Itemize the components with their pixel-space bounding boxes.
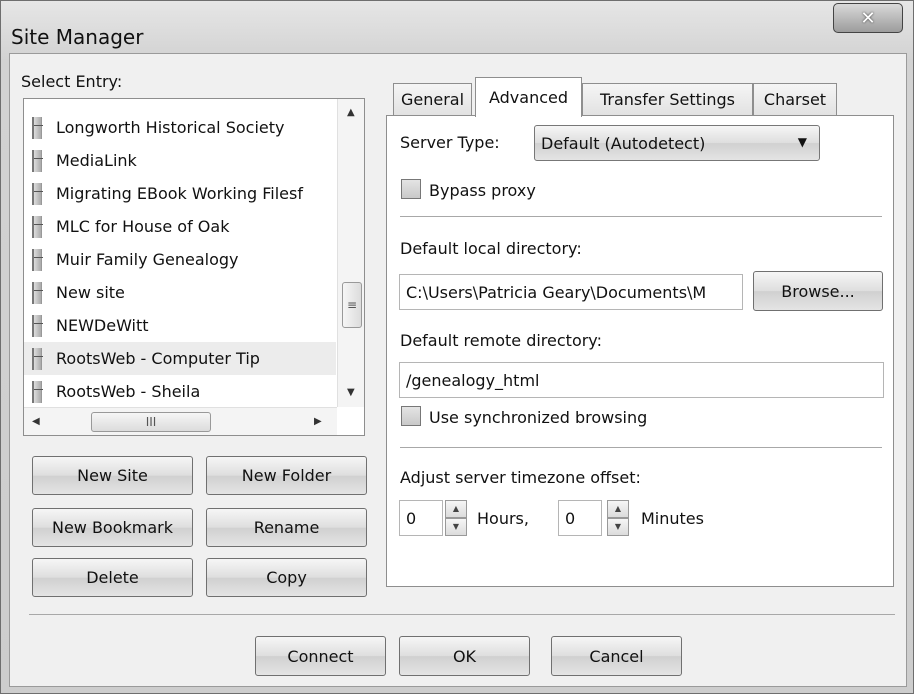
tab-general[interactable]: General: [393, 83, 472, 115]
hours-decrement-icon[interactable]: ▼: [445, 518, 467, 536]
connect-button[interactable]: Connect: [255, 636, 386, 676]
tree-item[interactable]: New site: [24, 276, 336, 309]
server-type-label: Server Type:: [400, 133, 500, 152]
minutes-input[interactable]: 0: [558, 500, 602, 536]
timezone-offset-label: Adjust server timezone offset:: [400, 468, 641, 487]
tree-item[interactable]: Migrating EBook Working Filesf: [24, 177, 336, 210]
divider: [400, 216, 882, 217]
scroll-grip-icon: ≡: [346, 298, 358, 312]
tree-item-label: MLC for House of Oak: [56, 217, 230, 236]
title-bar[interactable]: Site Manager ✕: [1, 1, 913, 53]
site-icon: [32, 182, 43, 205]
horizontal-scroll-thumb[interactable]: III: [91, 412, 211, 432]
tree-item-label: RootsWeb - Computer Tip: [56, 349, 260, 368]
server-type-select[interactable]: Default (Autodetect) ▼: [534, 125, 820, 161]
delete-button[interactable]: Delete: [32, 558, 193, 597]
site-icon: [32, 347, 43, 370]
local-directory-input[interactable]: C:\Users\Patricia Geary\Documents\M: [399, 274, 743, 310]
site-icon: [32, 116, 43, 139]
select-entry-label: Select Entry:: [21, 72, 123, 91]
tree-item-label: Muir Family Genealogy: [56, 250, 239, 269]
horizontal-scrollbar[interactable]: ◀ III ▶: [24, 407, 337, 435]
tree-item[interactable]: Muir Family Genealogy: [24, 243, 336, 276]
close-button[interactable]: ✕: [833, 3, 903, 33]
hours-input[interactable]: 0: [399, 500, 443, 536]
minutes-increment-icon[interactable]: ▲: [607, 500, 629, 518]
tree-item[interactable]: NEWDeWitt: [24, 309, 336, 342]
vertical-scroll-thumb[interactable]: ≡: [342, 282, 362, 328]
tree-item-label: Migrating EBook Working Filesf: [56, 184, 303, 203]
site-icon: [32, 380, 43, 403]
local-directory-label: Default local directory:: [400, 239, 582, 258]
vertical-scrollbar[interactable]: ▲ ≡ ▼: [337, 99, 364, 407]
scroll-up-arrow-icon[interactable]: ▲: [347, 107, 355, 118]
rename-button[interactable]: Rename: [206, 508, 367, 547]
site-icon: [32, 281, 43, 304]
tab-advanced[interactable]: Advanced: [475, 77, 582, 117]
tab-transfer-settings[interactable]: Transfer Settings: [582, 83, 753, 115]
divider: [400, 447, 882, 448]
scroll-down-arrow-icon[interactable]: ▼: [347, 387, 355, 398]
cancel-button[interactable]: Cancel: [551, 636, 682, 676]
remote-directory-label: Default remote directory:: [400, 331, 602, 350]
tree-item[interactable]: MediaLink: [24, 144, 336, 177]
site-icon: [32, 314, 43, 337]
hours-stepper[interactable]: ▲ ▼: [445, 500, 467, 536]
tree-item-label: Longworth Historical Society: [56, 118, 285, 137]
minutes-stepper[interactable]: ▲ ▼: [607, 500, 629, 536]
site-icon: [32, 149, 43, 172]
remote-directory-input[interactable]: /genealogy_html: [399, 362, 884, 398]
sync-browsing-checkbox[interactable]: [401, 406, 421, 426]
copy-button[interactable]: Copy: [206, 558, 367, 597]
new-bookmark-button[interactable]: New Bookmark: [32, 508, 193, 547]
bypass-proxy-checkbox[interactable]: [401, 179, 421, 199]
tree-item-label: New site: [56, 283, 125, 302]
divider: [29, 614, 895, 615]
hours-label: Hours,: [477, 509, 529, 528]
bypass-proxy-label: Bypass proxy: [429, 181, 536, 200]
site-manager-window: Site Manager ✕ Select Entry: Longworth H…: [0, 0, 914, 694]
tree-item-label: MediaLink: [56, 151, 137, 170]
server-type-value: Default (Autodetect): [541, 133, 706, 153]
new-site-button[interactable]: New Site: [32, 456, 193, 495]
hours-increment-icon[interactable]: ▲: [445, 500, 467, 518]
site-tree[interactable]: Longworth Historical Society MediaLink M…: [23, 98, 365, 436]
minutes-label: Minutes: [641, 509, 704, 528]
tree-item-label: NEWDeWitt: [56, 316, 149, 335]
site-icon: [32, 215, 43, 238]
tree-item[interactable]: RootsWeb - Sheila: [24, 375, 336, 408]
scroll-left-arrow-icon[interactable]: ◀: [32, 416, 40, 427]
chevron-down-icon: ▼: [797, 135, 807, 149]
new-folder-button[interactable]: New Folder: [206, 456, 367, 495]
tree-item[interactable]: MLC for House of Oak: [24, 210, 336, 243]
window-title: Site Manager: [11, 25, 144, 49]
tree-item-selected[interactable]: RootsWeb - Computer Tip: [24, 342, 336, 375]
ok-button[interactable]: OK: [399, 636, 530, 676]
tree-item[interactable]: Longworth Historical Society: [24, 111, 336, 144]
sync-browsing-label: Use synchronized browsing: [429, 408, 648, 427]
tab-charset[interactable]: Charset: [753, 83, 837, 115]
tree-item-label: RootsWeb - Sheila: [56, 382, 201, 401]
scroll-right-arrow-icon[interactable]: ▶: [314, 416, 322, 427]
browse-button[interactable]: Browse...: [753, 271, 883, 311]
close-icon: ✕: [860, 7, 876, 29]
site-icon: [32, 248, 43, 271]
minutes-decrement-icon[interactable]: ▼: [607, 518, 629, 536]
